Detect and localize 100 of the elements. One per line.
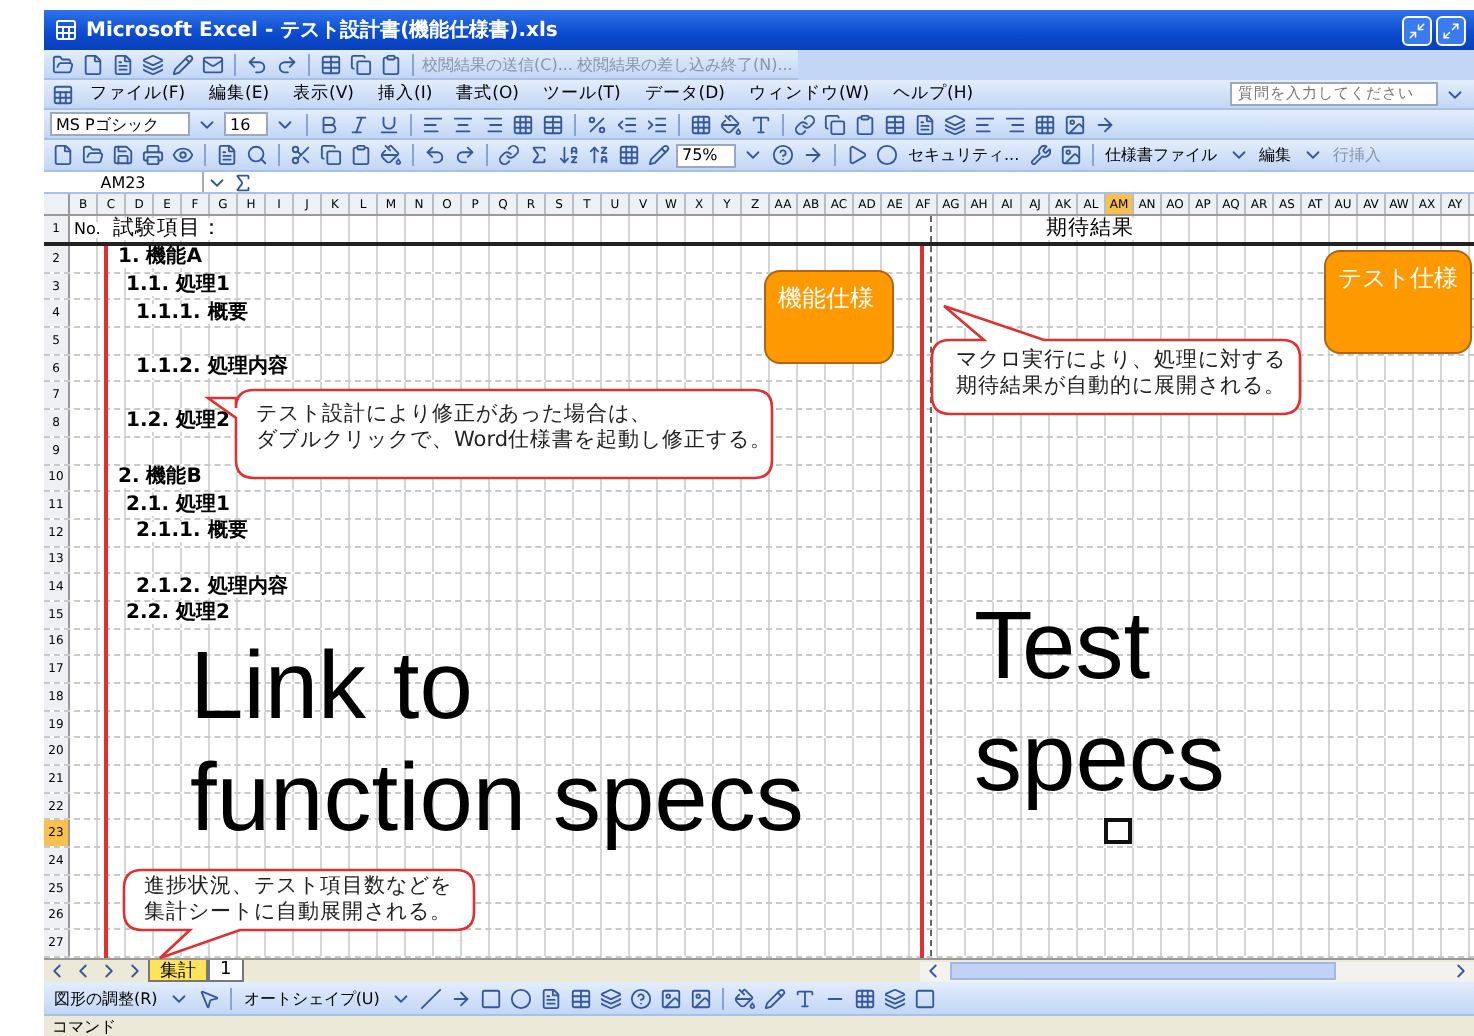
wrench-icon[interactable] bbox=[1027, 142, 1054, 168]
file-icon[interactable] bbox=[80, 51, 106, 77]
paint-bucket-icon[interactable] bbox=[731, 985, 758, 1011]
line-icon[interactable] bbox=[417, 985, 444, 1011]
ellipse-icon[interactable] bbox=[507, 985, 534, 1011]
file-icon[interactable] bbox=[110, 51, 136, 77]
menu-item[interactable]: 挿入(I) bbox=[368, 82, 443, 106]
clipboard-icon[interactable] bbox=[348, 142, 374, 168]
rectangle-icon[interactable] bbox=[477, 985, 504, 1011]
grid-icon[interactable] bbox=[851, 985, 878, 1011]
file-icon[interactable] bbox=[50, 142, 76, 168]
maximize-button[interactable] bbox=[1436, 15, 1466, 45]
menu-item[interactable]: ウィンドウ(W) bbox=[738, 82, 880, 106]
search-icon[interactable] bbox=[244, 142, 270, 168]
name-box[interactable]: AM23 bbox=[44, 172, 204, 192]
horizontal-scrollbar[interactable] bbox=[920, 961, 1474, 981]
menu-item[interactable]: ツール(T) bbox=[532, 82, 631, 106]
record-icon[interactable] bbox=[874, 142, 900, 168]
font-color-icon[interactable] bbox=[748, 111, 774, 137]
zoom-field[interactable]: 75% bbox=[676, 143, 736, 167]
annotation-text: Link to function specs bbox=[190, 632, 804, 856]
link-icon[interactable] bbox=[496, 142, 522, 168]
file-icon[interactable] bbox=[912, 111, 938, 137]
clipboard-icon[interactable] bbox=[852, 111, 878, 137]
copy-icon[interactable] bbox=[348, 51, 374, 77]
pencil-icon[interactable] bbox=[170, 51, 196, 77]
selected-cell-outline bbox=[1104, 818, 1132, 845]
font-size-field[interactable]: 16 bbox=[224, 112, 268, 136]
image-icon[interactable] bbox=[1062, 111, 1088, 137]
undo-icon[interactable] bbox=[422, 142, 448, 168]
print-icon[interactable] bbox=[140, 142, 166, 168]
sheet-tab[interactable]: 1 bbox=[208, 960, 244, 982]
minimize-button[interactable] bbox=[1402, 15, 1432, 45]
table-icon[interactable] bbox=[882, 111, 908, 137]
sort-descending-icon[interactable] bbox=[586, 142, 612, 168]
font-field[interactable]: MS Pゴシック bbox=[50, 112, 190, 136]
save-icon[interactable] bbox=[110, 142, 136, 168]
layers-icon[interactable] bbox=[140, 51, 166, 77]
callout-text: 集計シートに自動展開される。 bbox=[144, 900, 452, 926]
image-icon[interactable] bbox=[1057, 142, 1084, 168]
grid-icon[interactable] bbox=[510, 111, 536, 137]
folder-icon[interactable] bbox=[80, 142, 106, 168]
link-icon[interactable] bbox=[792, 111, 818, 137]
percent-icon[interactable] bbox=[584, 111, 610, 137]
callout-text: 進捗状況、テスト項目数などを bbox=[144, 874, 452, 900]
menu-item[interactable]: 書式(O) bbox=[446, 82, 529, 106]
paint-bucket-icon[interactable] bbox=[718, 111, 744, 137]
copy-icon[interactable] bbox=[822, 111, 848, 137]
preview-icon[interactable] bbox=[170, 142, 196, 168]
table-icon[interactable] bbox=[567, 985, 594, 1011]
menu-item[interactable]: 編集(E) bbox=[199, 82, 280, 106]
window-title: Microsoft Excel - テスト設計書(機能仕様書).xls bbox=[86, 17, 558, 44]
folder-icon[interactable] bbox=[50, 51, 76, 77]
sheet-tab[interactable]: 集計 bbox=[148, 960, 208, 982]
pointer-icon[interactable] bbox=[195, 985, 222, 1011]
drawing-icon[interactable] bbox=[646, 142, 672, 168]
table-icon[interactable] bbox=[318, 51, 344, 77]
cell-text: 2.2. 処理2 bbox=[126, 604, 230, 625]
toolbar-menu[interactable]: 編集 bbox=[1255, 144, 1296, 166]
cell-text: 1.2. 処理2 bbox=[126, 412, 230, 433]
help-icon[interactable] bbox=[770, 142, 796, 168]
arrow-icon[interactable] bbox=[800, 142, 826, 168]
menu-item[interactable]: ヘルプ(H) bbox=[883, 82, 984, 106]
table-icon[interactable] bbox=[540, 111, 566, 137]
image-icon[interactable] bbox=[657, 985, 684, 1011]
cell-text: 期待結果 bbox=[1046, 218, 1134, 240]
menu-item[interactable]: データ(D) bbox=[634, 82, 735, 106]
pencil-icon[interactable] bbox=[761, 985, 788, 1011]
toolbar-menu[interactable]: 仕様書ファイル bbox=[1101, 144, 1222, 166]
file-icon[interactable] bbox=[537, 985, 564, 1011]
copy-icon[interactable] bbox=[318, 142, 344, 168]
layers-icon[interactable] bbox=[942, 111, 968, 137]
toolbar-menu[interactable]: 図形の調整(R) bbox=[50, 987, 162, 1009]
redo-icon[interactable] bbox=[274, 51, 300, 77]
menu-item[interactable]: 表示(V) bbox=[283, 82, 364, 106]
italic-icon[interactable] bbox=[346, 111, 372, 137]
spreadsheet-icon[interactable] bbox=[50, 81, 76, 107]
cell-text: 1.1.2. 処理内容 bbox=[136, 358, 288, 379]
font-color-icon[interactable] bbox=[791, 985, 818, 1011]
mail-icon[interactable] bbox=[200, 51, 226, 77]
redo-icon[interactable] bbox=[452, 142, 478, 168]
sort-ascending-icon[interactable] bbox=[556, 142, 582, 168]
grid-icon[interactable] bbox=[688, 111, 714, 137]
grid-icon[interactable] bbox=[1032, 111, 1058, 137]
play-icon[interactable] bbox=[844, 142, 870, 168]
help-icon[interactable] bbox=[627, 985, 654, 1011]
square-icon[interactable] bbox=[911, 985, 938, 1011]
underline-icon[interactable] bbox=[376, 111, 402, 137]
scroll-thumb[interactable] bbox=[950, 962, 1336, 980]
cell-text: 1. 機能A bbox=[118, 248, 202, 269]
callout-text: ダブルクリックで、Word仕様書を起動し修正する。 bbox=[256, 428, 772, 454]
spreadsheet-icon bbox=[52, 17, 78, 43]
layers-icon[interactable] bbox=[881, 985, 908, 1011]
security-button[interactable]: セキュリティ... bbox=[904, 144, 1024, 166]
toolbar-menu[interactable]: オートシェイプ(U) bbox=[239, 987, 384, 1009]
undo-icon[interactable] bbox=[244, 51, 270, 77]
image-icon[interactable] bbox=[687, 985, 714, 1011]
cut-icon[interactable] bbox=[288, 142, 314, 168]
clipboard-icon[interactable] bbox=[378, 51, 404, 77]
menu-item[interactable]: ファイル(F) bbox=[80, 82, 196, 106]
